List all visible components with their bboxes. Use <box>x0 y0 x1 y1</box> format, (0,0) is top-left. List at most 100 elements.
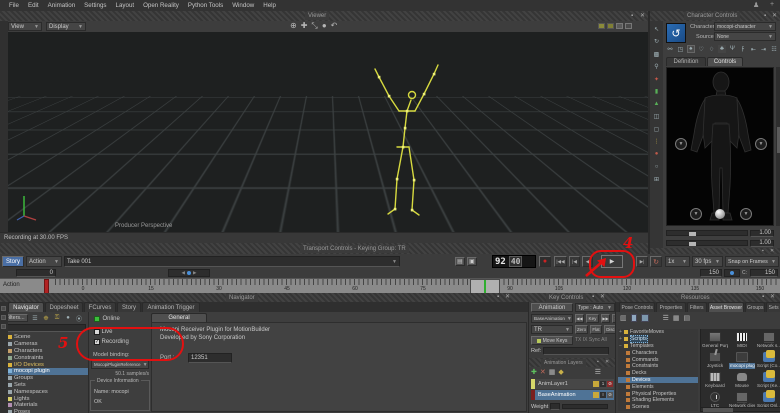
asset-tree-templates[interactable]: −Templates <box>618 343 698 350</box>
tab-fcurves[interactable]: FCurves <box>84 302 116 312</box>
dock-lock-icon[interactable]: ▪ <box>597 358 599 366</box>
zoom-in-icon[interactable]: ▶ <box>193 270 196 276</box>
flat-button[interactable]: Flat <box>590 325 602 334</box>
display-dropdown[interactable]: Display▼ <box>46 22 86 31</box>
range-end-field-2[interactable]: 150 <box>750 269 778 277</box>
range-start-field[interactable]: 0 <box>16 269 56 277</box>
asset-tree-characters[interactable]: Characters <box>618 349 698 356</box>
asset-tree-elements[interactable]: Elements <box>618 383 698 390</box>
dock-close-icon[interactable]: ✕ <box>770 247 774 255</box>
zero-pose-icon[interactable]: ◳ <box>676 45 684 53</box>
record-button[interactable]: ● <box>539 256 551 267</box>
prev-key-button[interactable]: ◀◀ <box>575 314 584 323</box>
range-end-field[interactable]: 150 <box>700 269 722 277</box>
asset-tree-scenes[interactable]: Scenes <box>618 404 698 411</box>
list-view-icon[interactable]: ☰ <box>31 314 39 322</box>
blend-value-1[interactable]: 1.00 <box>750 230 774 237</box>
blend-slider-2[interactable] <box>666 240 748 246</box>
mini-tool-icon[interactable] <box>1 324 6 329</box>
view-dropdown[interactable]: View▼ <box>8 22 42 31</box>
speed-dropdown[interactable]: 1x▼ <box>665 256 690 267</box>
keying-group-dropdown[interactable]: TR▼ <box>531 325 573 334</box>
menu-python-tools[interactable]: Python Tools <box>188 2 223 9</box>
move-tool-icon[interactable]: ✚ <box>301 21 308 31</box>
dock-lock-icon[interactable]: ▪ <box>592 293 594 301</box>
zoom-handle-icon[interactable] <box>187 271 191 275</box>
left-hand-control[interactable]: ▼ <box>675 138 687 150</box>
scale-tool-icon[interactable]: ⤡ <box>311 21 317 31</box>
key-filter-icon[interactable]: ⚿ <box>53 314 61 322</box>
navigator-search-input[interactable]: ⌕ <box>2 324 86 332</box>
weight-slider[interactable] <box>562 404 608 409</box>
delete-layer-icon[interactable]: ✕ <box>540 368 546 376</box>
tree-item-constraints[interactable]: +Constraints <box>2 354 88 361</box>
asset-general-purpose[interactable]: General Purp... <box>702 332 728 350</box>
move-keys-button[interactable]: Move Keys <box>531 336 573 345</box>
live-checkbox[interactable]: Live <box>94 329 113 335</box>
menu-layout[interactable]: Layout <box>116 2 135 9</box>
tab-asset-browser[interactable]: Asset Browser <box>708 302 744 312</box>
timeline-ruler[interactable]: Action 0 15 30 45 60 75 90 105 120 135 1… <box>0 278 780 293</box>
target-filter-icon[interactable]: ⦿ <box>75 314 83 322</box>
layer-mute-icon[interactable]: ⊘ <box>607 381 613 387</box>
record-pose-icon[interactable]: ● <box>653 150 661 158</box>
pin-tool-icon[interactable]: ⚲ <box>653 63 661 71</box>
keyframe-dots-icon[interactable]: ⋮ <box>653 138 661 146</box>
menu-edit[interactable]: Edit <box>28 2 39 9</box>
animation-button[interactable]: Animation <box>531 303 573 312</box>
source-dropdown[interactable]: None▼ <box>714 32 776 41</box>
asset-tree-devices[interactable]: Devices <box>618 377 698 384</box>
zoom-tool-icon[interactable]: ● <box>322 21 327 31</box>
display-mode-icon[interactable] <box>598 23 605 29</box>
add-panel-icon[interactable]: + <box>770 1 774 8</box>
character-rig-icon[interactable]: ☷ <box>770 45 778 53</box>
prev-keypose-icon[interactable]: ⇤ <box>749 45 757 53</box>
detail-mode-icon[interactable]: ▤ <box>684 314 691 322</box>
asset-keyboard[interactable]: Keyboard <box>702 372 728 390</box>
asset-tree-physical-properties[interactable]: Physical Properties <box>618 390 698 397</box>
asset-script-co[interactable]: Script (Co... <box>756 352 780 370</box>
loop-region-icon[interactable]: ▣ <box>467 257 477 266</box>
loop-toggle-button[interactable]: ↻ <box>650 256 662 267</box>
translate-tool-icon[interactable]: ⊕ <box>290 21 297 31</box>
dock-lock-icon[interactable]: ▪ <box>764 12 766 20</box>
take-dropdown[interactable]: Take 001▼ <box>64 256 400 267</box>
layer-lock-icon[interactable] <box>593 392 599 398</box>
scrollbar-thumb[interactable] <box>777 127 780 153</box>
tab-dopesheet[interactable]: Dopesheet <box>45 302 83 312</box>
plot-character-icon[interactable]: ▲ <box>653 100 661 108</box>
menu-help[interactable]: Help <box>263 2 276 9</box>
zoom-out-icon[interactable]: ◀ <box>182 270 185 276</box>
paw-filter-icon[interactable]: ❉ <box>42 314 50 322</box>
thumb-mode-icon[interactable]: ▦ <box>673 314 680 322</box>
dock-lock-icon[interactable]: ▪ <box>762 293 764 301</box>
asset-joystick[interactable]: Joystick <box>702 352 728 370</box>
zero-button[interactable]: Zero <box>575 325 588 334</box>
asset-mocopi-plugin[interactable]: mocopi plugin <box>729 352 755 370</box>
tree-item-poses[interactable]: +Poses <box>2 409 88 413</box>
safe-frame-icon[interactable] <box>625 23 632 29</box>
skeleton-icon[interactable]: ♣ <box>718 45 726 53</box>
body-part-icon[interactable]: ♡ <box>697 45 705 53</box>
dot-filter-icon[interactable]: ● <box>64 314 72 322</box>
user-icon[interactable]: ♟ <box>753 1 759 9</box>
layer-lock-icon[interactable] <box>593 381 599 387</box>
ik-marker-icon[interactable]: ✦ <box>653 75 661 83</box>
action-dropdown[interactable]: Action▼ <box>26 256 62 267</box>
character-body-view[interactable]: ▼ ▼ ▼ ▼ <box>666 67 774 226</box>
previous-key-button[interactable]: |◀ <box>569 256 580 267</box>
fps-dropdown[interactable]: 30 fps▼ <box>692 256 723 267</box>
lock-layer-icon[interactable]: ◆ <box>558 368 563 376</box>
tab-properties[interactable]: Properties <box>656 302 685 312</box>
mirror-pose-icon[interactable]: ◫ <box>653 113 661 121</box>
layer-solo-icon[interactable]: I <box>600 392 606 398</box>
weight-field[interactable] <box>550 403 560 410</box>
snapshot-icon[interactable]: ▢ <box>653 125 661 133</box>
selection-icon[interactable]: ♢ <box>708 45 716 53</box>
tree-item-lights[interactable]: +Lights <box>2 395 88 402</box>
tab-filters[interactable]: Filters <box>687 302 707 312</box>
tree-item-materials[interactable]: +Materials <box>2 402 88 409</box>
add-layer-icon[interactable]: ✚ <box>531 368 537 376</box>
slider-handle[interactable] <box>689 232 696 236</box>
tab-story[interactable]: Story <box>117 302 141 312</box>
